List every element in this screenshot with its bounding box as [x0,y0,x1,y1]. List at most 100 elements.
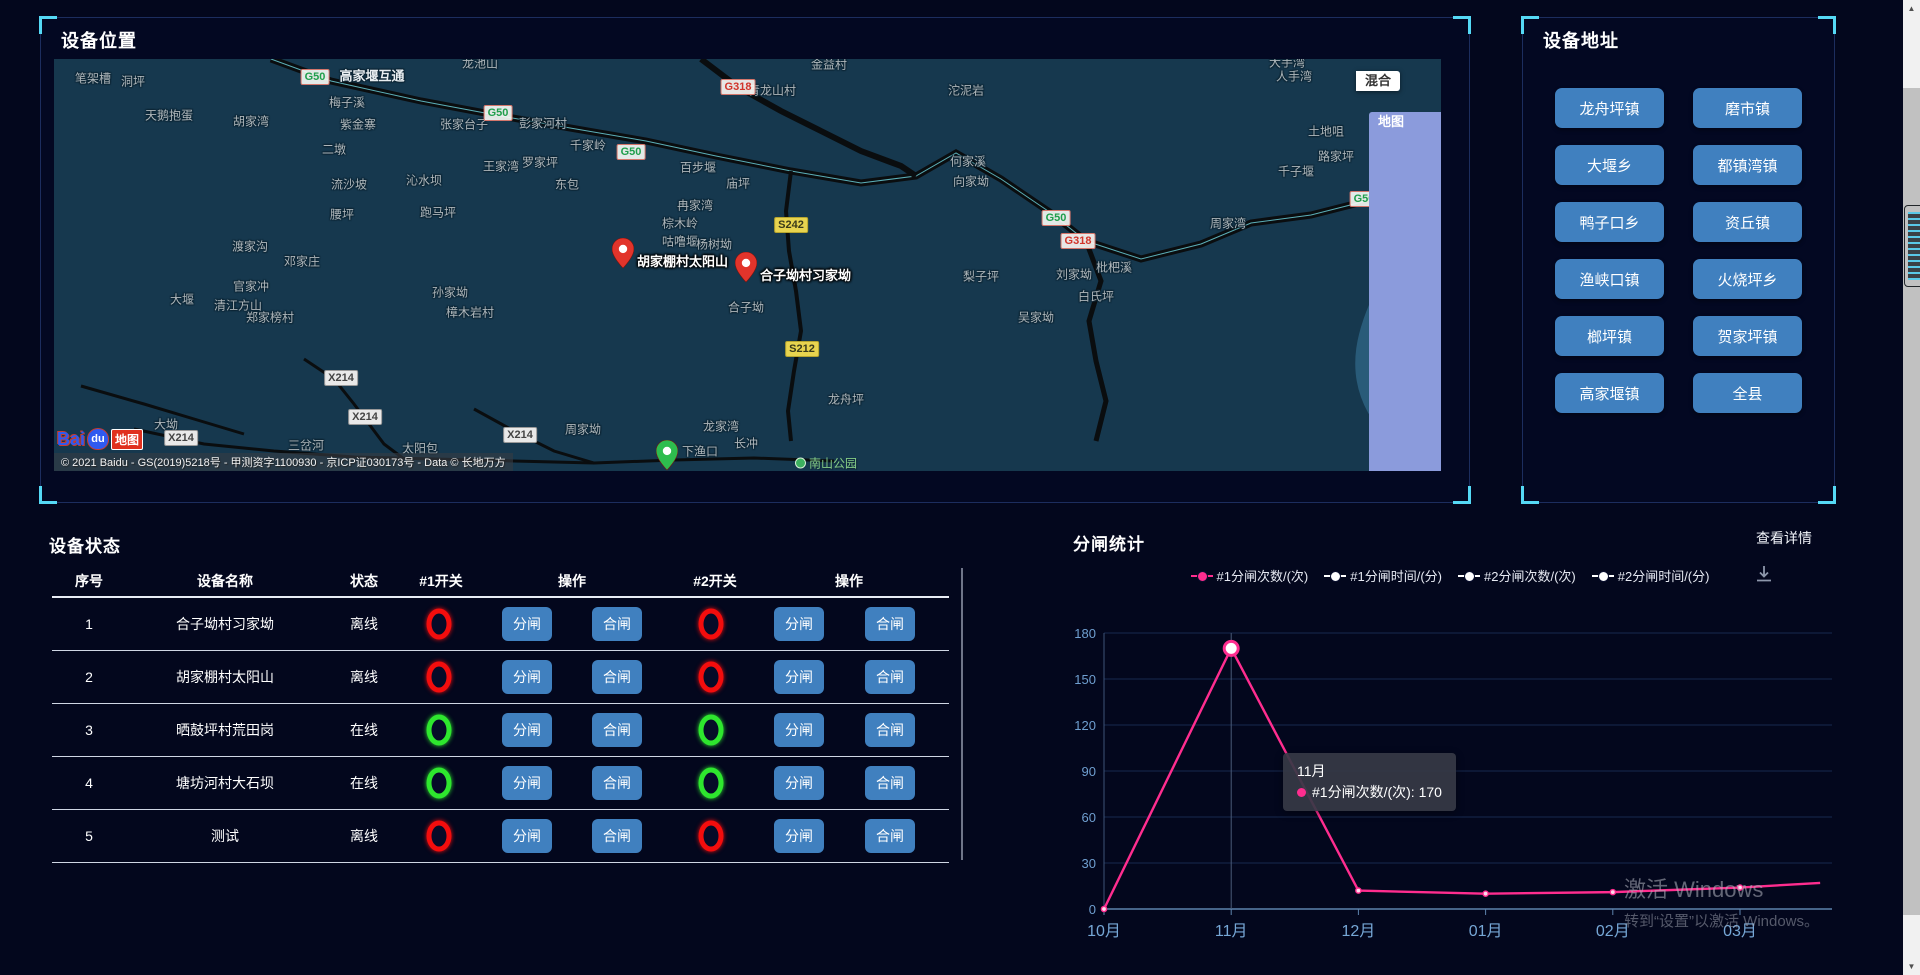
column-header: 状态 [350,571,378,591]
switch1-close-button[interactable]: 合闸 [592,660,642,694]
map-place-label: 龙舟坪 [828,391,864,408]
page-scrollbar[interactable]: ▲ ▼ [1903,0,1920,975]
address-button-3[interactable]: 都镇湾镇 [1693,145,1802,185]
switch2-trip-button[interactable]: 分闸 [774,713,824,747]
switch2-indicator-red [699,662,724,693]
switch2-indicator-green [699,715,724,746]
column-header: 操作 [558,571,586,591]
map-place-label: 樟木岩村 [446,304,494,321]
switch1-trip-button[interactable]: 分闸 [502,660,552,694]
map-place-label: 洞坪 [121,73,145,90]
table-row: 3晒鼓坪村荒田岗在线分闸合闸分闸合闸 [52,704,949,757]
legend-item[interactable]: #1分闸次数/(次) [1191,566,1309,585]
svg-text:120: 120 [1074,718,1096,733]
legend-marker [1458,571,1480,580]
map-attribution: © 2021 Baidu - GS(2019)5218号 - 甲测资字11009… [54,453,513,471]
scrollbar-down-arrow[interactable]: ▼ [1903,958,1920,975]
map-pin[interactable] [656,440,678,471]
windows-activation-watermark: 激活 Windows 转到“设置”以激活 Windows。 [1624,872,1819,931]
table-scrollbar[interactable] [961,568,963,860]
corner-accent [1818,486,1836,504]
map-place-label: 张家台子 [440,116,488,133]
svg-text:150: 150 [1074,672,1096,687]
map-type-map-button[interactable]: 地图 [1369,112,1441,471]
map-type-hybrid-button[interactable]: 混合 [1356,71,1400,91]
map-place-label: 天鹅抱蛋 [145,107,193,124]
scrollbar-overlay-widget [1904,205,1920,287]
address-button-5[interactable]: 资丘镇 [1693,202,1802,242]
legend-item[interactable]: #2分闸次数/(次) [1458,566,1576,585]
switch1-close-button[interactable]: 合闸 [592,766,642,800]
switch1-indicator-red [427,662,452,693]
cell-status: 离线 [350,614,378,634]
road-badge-s212: S212 [785,341,819,357]
address-button-9[interactable]: 贺家坪镇 [1693,316,1802,356]
table-row: 4塘坊河村大石坝在线分闸合闸分闸合闸 [52,757,949,810]
map-place-label: 何家溪 [950,153,986,170]
svg-text:11月: 11月 [1215,923,1248,940]
map-place-label: 三岔河 [288,437,324,454]
device-location-panel: 设备位置 笔架槽洞坪天鹅抱蛋胡家湾梅子溪紫金寨高家堰互通二墩 [40,17,1470,503]
map-pin[interactable] [735,252,757,288]
watermark-line1: 激活 Windows [1624,872,1819,904]
column-header: 序号 [75,571,103,591]
scrollbar-up-arrow[interactable]: ▲ [1903,0,1920,17]
park-icon [795,458,806,469]
map-pin-label: 胡家棚村太阳山 [637,251,728,270]
switch1-trip-button[interactable]: 分闸 [502,766,552,800]
address-button-0[interactable]: 龙舟坪镇 [1555,88,1664,128]
switch2-close-button[interactable]: 合闸 [865,660,915,694]
map-pin[interactable] [612,238,634,274]
address-button-4[interactable]: 鸭子口乡 [1555,202,1664,242]
road-badge-s242: S242 [774,217,808,233]
map-place-label: 杨树坳 [696,236,732,253]
legend-marker [1191,571,1213,580]
legend-marker [1324,571,1346,580]
map-place-label: 土地咀 [1308,123,1344,140]
switch2-close-button[interactable]: 合闸 [865,766,915,800]
legend-item[interactable]: #1分闸时间/(分) [1324,566,1442,585]
view-details-link[interactable]: 查看详情 [1756,528,1812,548]
cell-no: 2 [85,669,93,685]
corner-accent [1521,486,1539,504]
map-place-label: 向家坳 [953,173,989,190]
address-button-1[interactable]: 磨市镇 [1693,88,1802,128]
map-place-label: 下渔口 [682,443,718,460]
switch1-trip-button[interactable]: 分闸 [502,713,552,747]
switch2-trip-button[interactable]: 分闸 [774,819,824,853]
road-badge-x214: X214 [164,430,198,446]
switch1-indicator-red [427,821,452,852]
road-badge-g318: G318 [721,79,756,95]
address-button-6[interactable]: 渔峡口镇 [1555,259,1664,299]
baidu-logo: Bai du 地图 [57,427,143,451]
switch2-close-button[interactable]: 合闸 [865,607,915,641]
switch2-trip-button[interactable]: 分闸 [774,660,824,694]
corner-accent [1453,16,1471,34]
cell-no: 3 [85,722,93,738]
map-place-label: 梨子坪 [963,268,999,285]
switch2-indicator-green [699,768,724,799]
address-button-8[interactable]: 榔坪镇 [1555,316,1664,356]
device-address-panel: 设备地址 龙舟坪镇磨市镇大堰乡都镇湾镇鸭子口乡资丘镇渔峡口镇火烧坪乡榔坪镇贺家坪… [1522,17,1835,503]
switch2-trip-button[interactable]: 分闸 [774,766,824,800]
address-button-11[interactable]: 全县 [1693,373,1802,413]
legend-label: #2分闸时间/(分) [1618,566,1710,585]
dashboard: 设备位置 笔架槽洞坪天鹅抱蛋胡家湾梅子溪紫金寨高家堰互通二墩 [0,0,1920,975]
legend-item[interactable]: #2分闸时间/(分) [1592,566,1710,585]
cell-status: 离线 [350,667,378,687]
switch1-close-button[interactable]: 合闸 [592,713,642,747]
baidu-map[interactable]: 笔架槽洞坪天鹅抱蛋胡家湾梅子溪紫金寨高家堰互通二墩流沙坡腰坪渡家沟邓家庄官家冲郑… [54,59,1441,471]
address-button-7[interactable]: 火烧坪乡 [1693,259,1802,299]
address-button-2[interactable]: 大堰乡 [1555,145,1664,185]
switch1-trip-button[interactable]: 分闸 [502,819,552,853]
switch2-close-button[interactable]: 合闸 [865,819,915,853]
switch1-close-button[interactable]: 合闸 [592,819,642,853]
address-button-10[interactable]: 高家堰镇 [1555,373,1664,413]
switch2-close-button[interactable]: 合闸 [865,713,915,747]
switch2-trip-button[interactable]: 分闸 [774,607,824,641]
watermark-line2: 转到“设置”以激活 Windows。 [1624,910,1819,931]
svg-text:90: 90 [1082,764,1096,779]
column-header: 设备名称 [197,571,253,591]
switch1-trip-button[interactable]: 分闸 [502,607,552,641]
switch1-close-button[interactable]: 合闸 [592,607,642,641]
